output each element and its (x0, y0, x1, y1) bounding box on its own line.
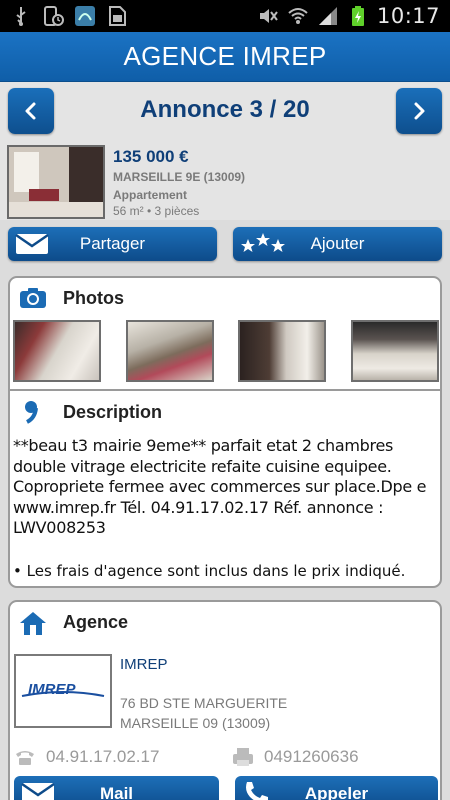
listing-summary: 135 000 € MARSEILLE 9E (13009) Apparteme… (0, 142, 450, 220)
app-title: AGENCE IMREP (123, 41, 327, 71)
call-label: Appeler (304, 784, 369, 800)
call-button[interactable]: Appeler (235, 776, 438, 800)
listing-surface-rooms: 56 m² • 3 pièces (113, 204, 200, 218)
house-icon (20, 612, 46, 635)
agency-logo: IMREP (14, 654, 112, 728)
description-line: Copropriete fermee avec commerces sur pl… (13, 477, 427, 496)
fax-icon (233, 748, 253, 766)
gallery-photo-3[interactable] (238, 320, 326, 382)
agency-fax[interactable]: 0491260636 (232, 747, 359, 767)
listing-price: 135 000 € (113, 147, 189, 166)
agency-title: Agence (63, 612, 129, 632)
status-bar: 10:17 (0, 0, 450, 32)
listing-counter: Annonce 3 / 20 (140, 96, 310, 123)
gallery-photo-4[interactable] (351, 320, 439, 382)
chevron-left-icon (25, 102, 36, 120)
description-header: Description (10, 393, 440, 433)
listing-city: MARSEILLE 9E (13009) (113, 170, 246, 184)
signal-icon (318, 7, 337, 25)
add-label: Ajouter (310, 234, 365, 253)
clock-time: 10:17 (376, 4, 440, 28)
panel-divider (10, 389, 440, 391)
agency-panel: Agence IMREP IMREP 76 BD STE MARGUERITE … (8, 600, 442, 800)
sim-card-icon (109, 6, 126, 26)
gallery-photo-2[interactable] (126, 320, 214, 382)
listing-main-photo[interactable] (7, 145, 105, 219)
photos-header: Photos (10, 278, 440, 318)
mute-icon (259, 9, 278, 23)
listing-type: Appartement (113, 188, 188, 202)
telephone-icon (16, 751, 34, 765)
photo-gallery (10, 320, 440, 390)
description-line: double vitrage electricite refaite cuisi… (13, 456, 392, 476)
listing-navigation: Annonce 3 / 20 (0, 82, 450, 142)
share-label: Partager (79, 234, 146, 253)
description-text: **beau t3 mairie 9eme** parfait etat 2 c… (13, 436, 439, 539)
fax-number: 0491260636 (264, 747, 359, 766)
gallery-photo-1[interactable] (13, 320, 101, 382)
chevron-right-icon (414, 102, 425, 120)
add-favorite-button[interactable]: Ajouter (233, 227, 442, 261)
photos-title: Photos (63, 288, 124, 308)
wifi-icon (288, 8, 308, 24)
phone-number: 04.91.17.02.17 (46, 747, 160, 766)
agency-header: Agence (10, 602, 440, 642)
mail-label: Mail (99, 784, 134, 800)
agency-address-line2: MARSEILLE 09 (13009) (120, 715, 271, 731)
description-line: **beau t3 mairie 9eme** parfait etat 2 c… (13, 436, 394, 455)
mail-button[interactable]: Mail (14, 776, 219, 800)
agency-fee-note: • Les frais d'agence sont inclus dans le… (13, 562, 406, 580)
quote-icon (25, 401, 38, 424)
photos-description-panel: Photos Description **beau t3 mairie 9eme… (8, 276, 442, 588)
battery-icon (351, 6, 364, 26)
agency-name[interactable]: IMREP (120, 656, 168, 673)
usb-icon (16, 7, 26, 26)
camera-icon (20, 288, 46, 308)
next-listing-button[interactable] (396, 88, 442, 134)
agency-address-line1: 76 BD STE MARGUERITE (120, 695, 288, 711)
description-line: www.imrep.fr Tél. 04.91.17.02.17 Réf. an… (13, 497, 384, 517)
share-button[interactable]: Partager (8, 227, 217, 261)
logo-text: IMREP (28, 681, 77, 698)
phone-clock-icon (44, 6, 64, 26)
app-notification-icon (75, 6, 95, 26)
agency-logo-mark: IMREP (21, 681, 105, 698)
room-photo-illustration (9, 147, 103, 217)
previous-listing-button[interactable] (8, 88, 54, 134)
agency-phone[interactable]: 04.91.17.02.17 (14, 747, 159, 767)
description-line: LWV008253 (13, 518, 106, 537)
description-title: Description (63, 402, 163, 422)
app-title-bar: AGENCE IMREP (0, 32, 450, 82)
